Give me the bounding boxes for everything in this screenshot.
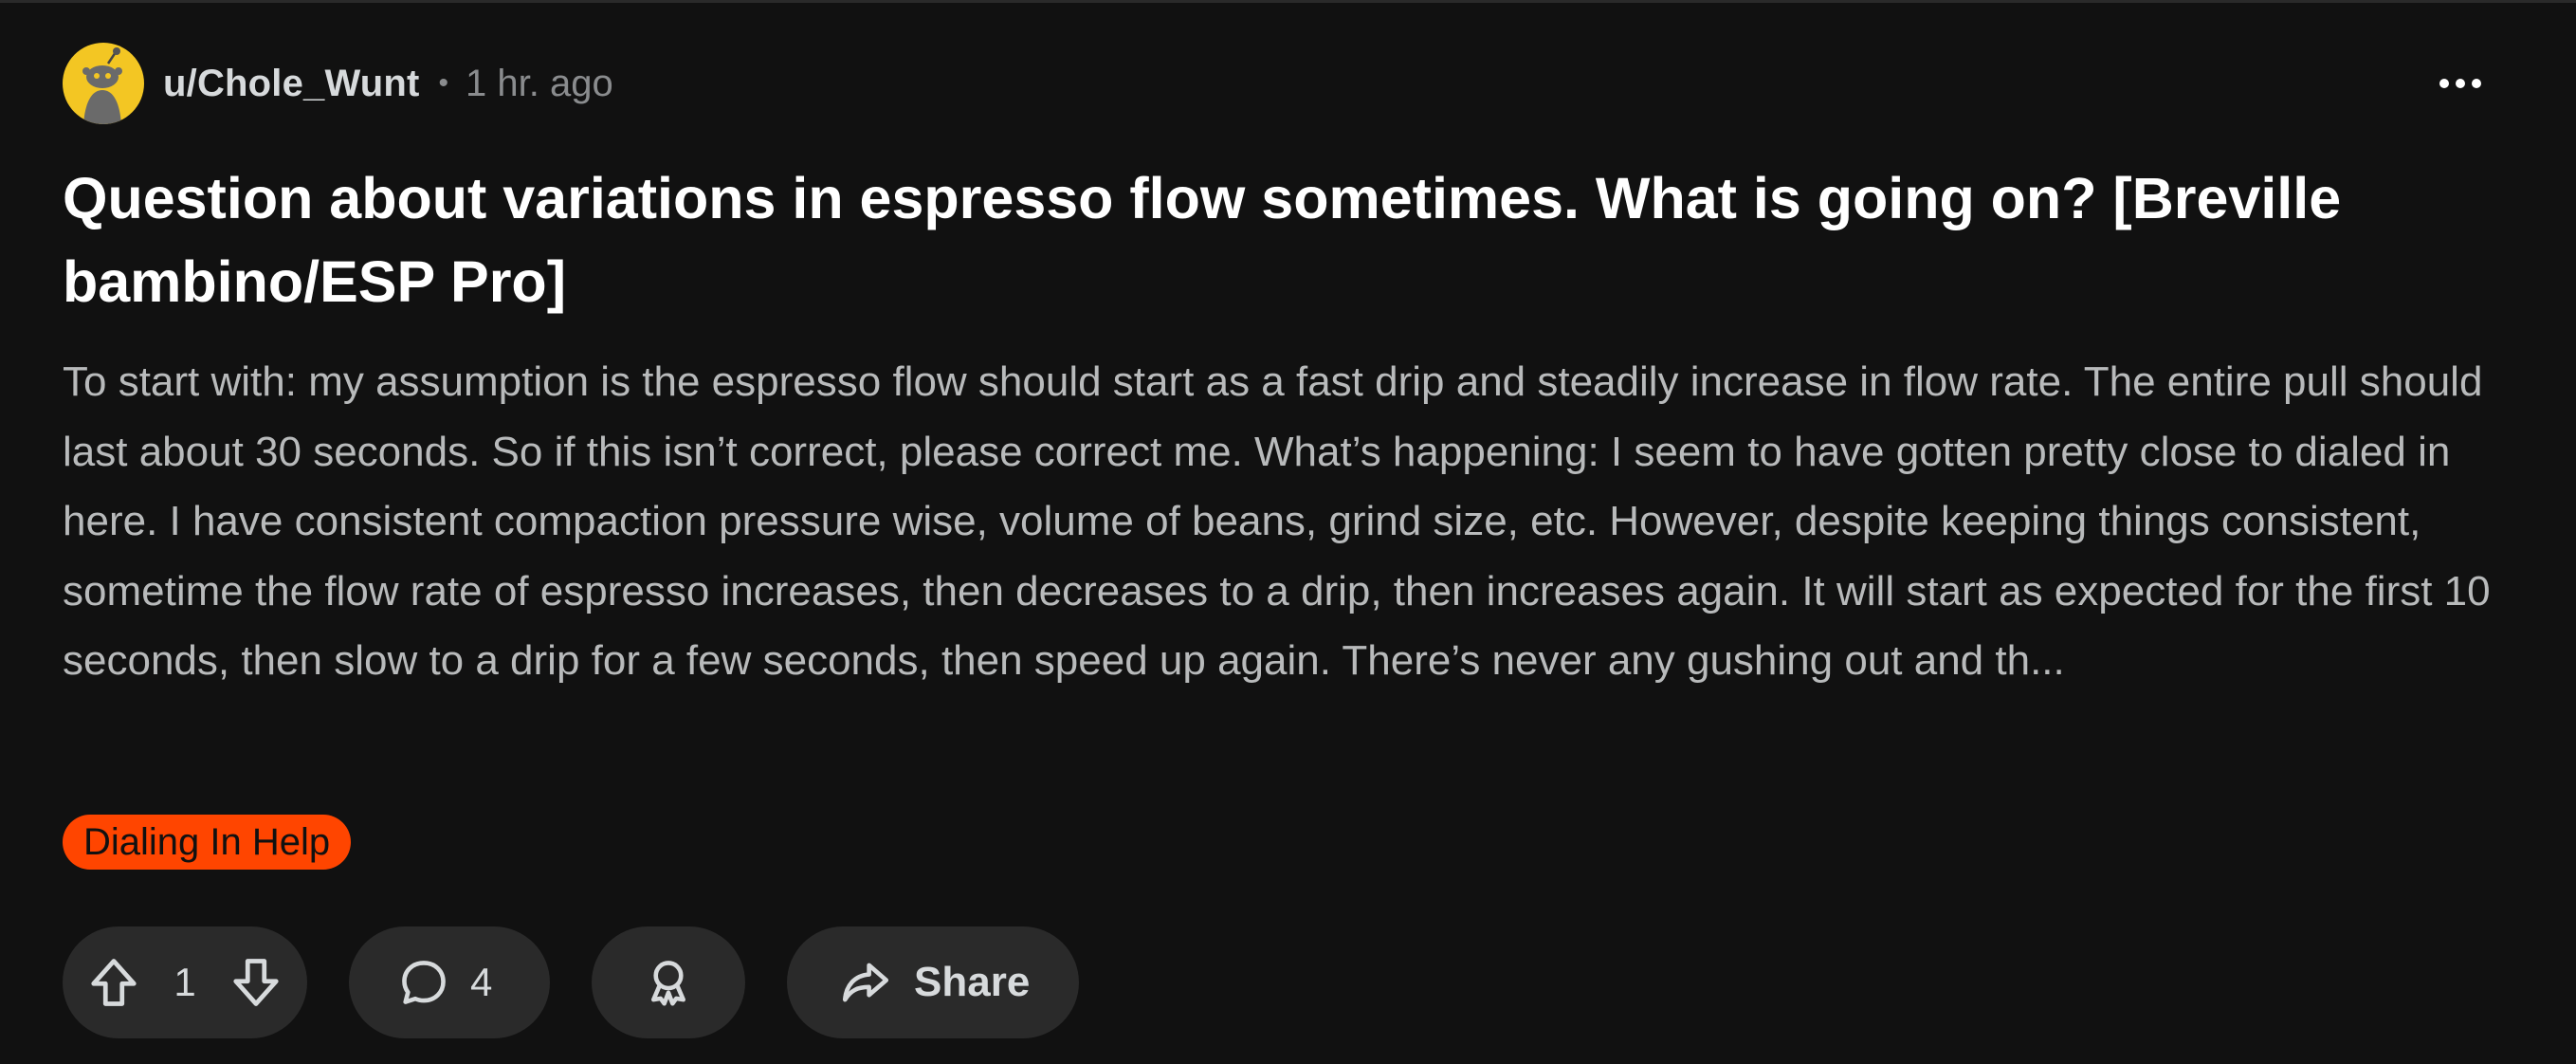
share-button[interactable]: Share bbox=[787, 926, 1079, 1038]
award-icon bbox=[650, 961, 686, 1006]
meta-separator: • bbox=[438, 67, 449, 99]
share-label: Share bbox=[914, 959, 1031, 1005]
post-meta: u/Chole_Wunt • 1 hr. ago bbox=[63, 43, 613, 124]
action-bar: 1 4 Share bbox=[63, 926, 1079, 1038]
post-timestamp: 1 hr. ago bbox=[466, 62, 613, 104]
award-button[interactable] bbox=[592, 926, 745, 1038]
downvote-arrow-icon bbox=[233, 959, 279, 1006]
comment-count: 4 bbox=[470, 960, 493, 1004]
comment-bubble-icon bbox=[402, 961, 446, 1004]
more-options-button[interactable] bbox=[2432, 60, 2489, 107]
post-flair[interactable]: Dialing In Help bbox=[63, 815, 352, 870]
more-options-icon bbox=[2439, 78, 2482, 89]
comments-button[interactable]: 4 bbox=[349, 926, 550, 1038]
upvote-arrow-icon bbox=[91, 959, 137, 1006]
post-title[interactable]: Question about variations in espresso fl… bbox=[63, 156, 2490, 323]
upvote-button[interactable] bbox=[85, 954, 142, 1011]
author-username[interactable]: u/Chole_Wunt bbox=[163, 63, 420, 105]
vote-control: 1 bbox=[63, 926, 307, 1038]
post-body[interactable]: To start with: my assumption is the espr… bbox=[63, 347, 2518, 696]
snoo-avatar-icon[interactable] bbox=[63, 43, 144, 124]
vote-count: 1 bbox=[174, 960, 196, 1004]
share-arrow-icon bbox=[842, 963, 889, 1002]
post-card[interactable]: u/Chole_Wunt • 1 hr. ago Question about … bbox=[0, 0, 2576, 1064]
downvote-button[interactable] bbox=[228, 954, 284, 1011]
